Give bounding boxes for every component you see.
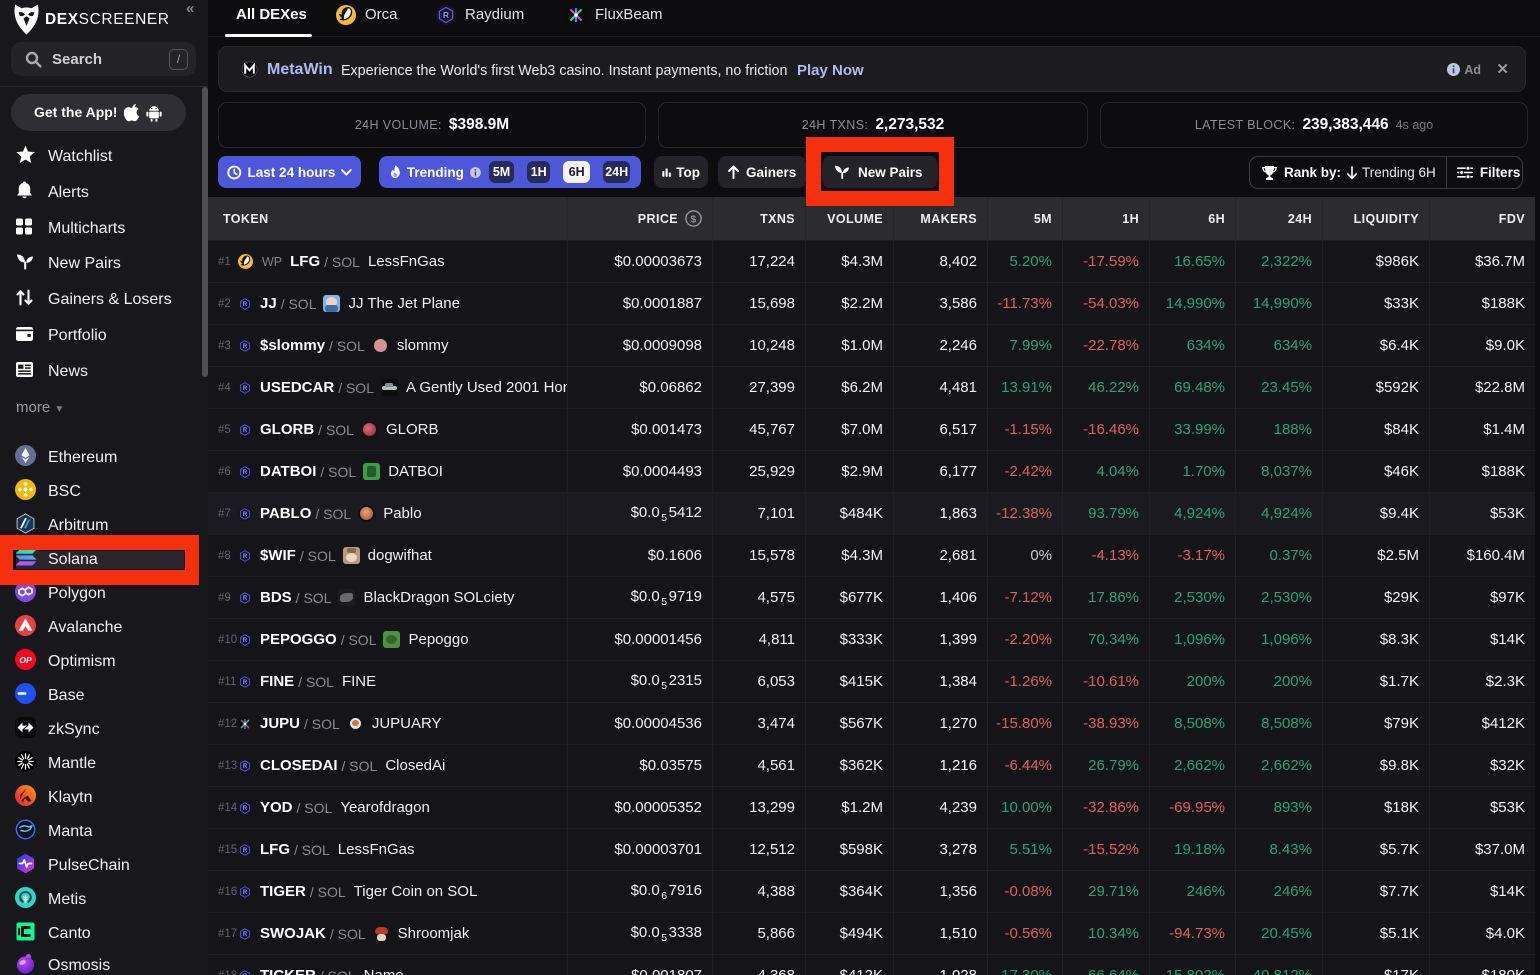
svg-text:R: R xyxy=(243,932,248,938)
svg-text:R: R xyxy=(243,764,248,770)
svg-text:R: R xyxy=(243,848,248,854)
svg-text:R: R xyxy=(243,890,248,896)
svg-text:$: $ xyxy=(690,213,696,225)
svg-text:R: R xyxy=(243,554,248,560)
svg-text:R: R xyxy=(443,10,449,20)
svg-text:R: R xyxy=(243,806,248,812)
svg-text:R: R xyxy=(243,680,248,686)
svg-text:R: R xyxy=(243,512,248,518)
svg-text:R: R xyxy=(243,344,248,350)
svg-text:R: R xyxy=(243,470,248,476)
svg-text:R: R xyxy=(243,638,248,644)
svg-text:R: R xyxy=(243,386,248,392)
svg-text:R: R xyxy=(243,428,248,434)
svg-text:R: R xyxy=(243,596,248,602)
svg-text:R: R xyxy=(243,302,248,308)
svg-text:OP: OP xyxy=(19,655,32,665)
